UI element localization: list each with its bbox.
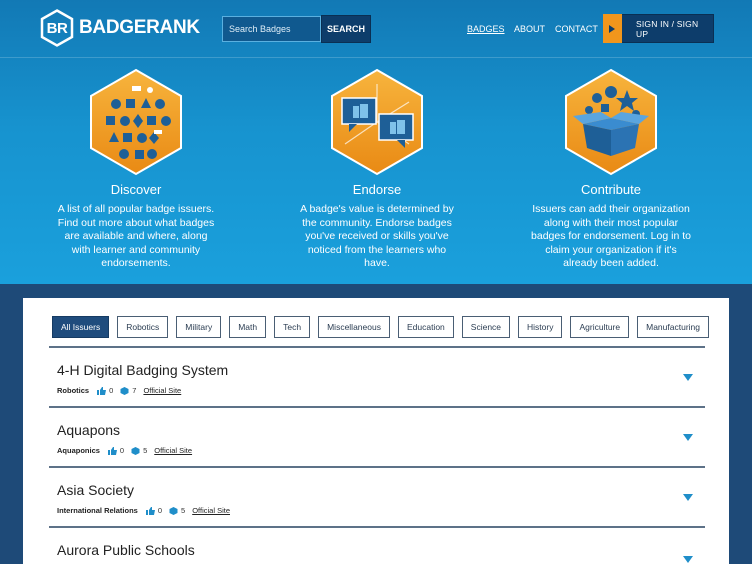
sign-in-label: SIGN IN / SIGN UP	[635, 18, 699, 39]
top-navigation: BR BADGERANK SEARCH BADGES ABOUT CONTACT…	[0, 0, 752, 58]
badge-count-icon	[131, 446, 140, 455]
endorsement-count: 0	[157, 506, 163, 515]
filter-miscellaneous[interactable]: Miscellaneous	[318, 316, 390, 338]
sign-in-button[interactable]: SIGN IN / SIGN UP	[603, 14, 714, 43]
issuer-name: Aurora Public Schools	[57, 542, 195, 558]
badge-count: 7	[132, 386, 137, 395]
issuer-row[interactable]: Aquapons Aquaponics 0 5 Official Site	[49, 408, 705, 468]
logo-initials: BR	[46, 19, 68, 37]
issuer-meta: International Relations 0 5 Official Sit…	[57, 506, 230, 515]
expand-caret-icon[interactable]	[683, 374, 693, 381]
issuer-list-panel: All Issuers Robotics Military Math Tech …	[23, 298, 729, 564]
feature-discover: Discover A list of all popular badge iss…	[56, 68, 216, 271]
feature-description: A list of all popular badge issuers. Fin…	[57, 203, 215, 269]
thumbs-up-icon	[145, 506, 155, 515]
issuer-meta: Aquaponics 0 5 Official Site	[57, 446, 192, 455]
filter-tech[interactable]: Tech	[274, 316, 311, 338]
issuer-row[interactable]: 4-H Digital Badging System Robotics 0 7 …	[49, 348, 705, 408]
search-button[interactable]: SEARCH	[321, 15, 371, 43]
issuer-row[interactable]: Aurora Public Schools	[49, 528, 705, 564]
sign-in-arrow-icon	[603, 14, 622, 43]
filter-math[interactable]: Math	[229, 316, 267, 338]
feature-contribute: Contribute Issuers can add their organiz…	[531, 68, 691, 271]
issuer-category: International Relations	[57, 506, 138, 515]
filter-agriculture[interactable]: Agriculture	[570, 316, 630, 338]
official-site-link[interactable]: Official Site	[192, 506, 230, 515]
feature-title: Contribute	[581, 182, 641, 197]
issuer-name: Aquapons	[57, 422, 121, 438]
feature-title: Discover	[110, 182, 162, 197]
issuer-name: Asia Society	[57, 482, 135, 498]
issuer-name: 4-H Digital Badging System	[57, 362, 229, 378]
filter-education[interactable]: Education	[397, 316, 454, 338]
filter-history[interactable]: History	[518, 316, 563, 338]
thumbs-up-icon	[97, 386, 107, 395]
nav-contact-link[interactable]: CONTACT	[555, 24, 598, 34]
badge-count-icon	[169, 506, 178, 515]
contribute-box-icon	[565, 68, 657, 176]
filter-all-issuers[interactable]: All Issuers	[52, 316, 110, 338]
official-site-link[interactable]: Official Site	[143, 386, 181, 395]
brand-logo[interactable]: BR BADGERANK	[40, 9, 200, 47]
brand-name: BADGERANK	[79, 17, 200, 38]
logo-hexagon-icon: BR	[40, 9, 74, 47]
issuer-row[interactable]: Asia Society International Relations 0 5…	[49, 468, 705, 528]
feature-title: Endorse	[352, 182, 402, 197]
official-site-link[interactable]: Official Site	[154, 446, 192, 455]
badge-count-icon	[120, 386, 129, 395]
filter-manufacturing[interactable]: Manufacturing	[637, 316, 709, 338]
hero-banner: BR BADGERANK SEARCH BADGES ABOUT CONTACT…	[0, 0, 752, 284]
endorsement-count: 0	[119, 446, 125, 455]
search-input[interactable]	[222, 16, 321, 42]
feature-description: A badge's value is determined by the com…	[300, 203, 454, 269]
endorse-speech-bubbles-icon	[331, 68, 423, 176]
expand-caret-icon[interactable]	[683, 494, 693, 501]
thumbs-up-icon	[107, 446, 117, 455]
feature-endorse: Endorse A badge's value is determined by…	[297, 68, 457, 271]
feature-description: Issuers can add their organization along…	[531, 203, 691, 269]
badge-count: 5	[181, 506, 186, 515]
filter-military[interactable]: Military	[176, 316, 222, 338]
issuer-meta: Robotics 0 7 Official Site	[57, 386, 181, 395]
nav-badges-link[interactable]: BADGES	[467, 24, 505, 34]
issuer-category: Robotics	[57, 386, 90, 395]
endorsement-count: 0	[109, 386, 114, 395]
issuer-category: Aquaponics	[57, 446, 100, 455]
badge-count: 5	[143, 446, 148, 455]
nav-about-link[interactable]: ABOUT	[514, 24, 545, 34]
expand-caret-icon[interactable]	[683, 434, 693, 441]
discover-badges-icon	[90, 68, 182, 176]
filter-science[interactable]: Science	[461, 316, 511, 338]
expand-caret-icon[interactable]	[683, 556, 693, 563]
filter-robotics[interactable]: Robotics	[117, 316, 169, 338]
category-filters: All Issuers Robotics Military Math Tech …	[52, 316, 709, 338]
